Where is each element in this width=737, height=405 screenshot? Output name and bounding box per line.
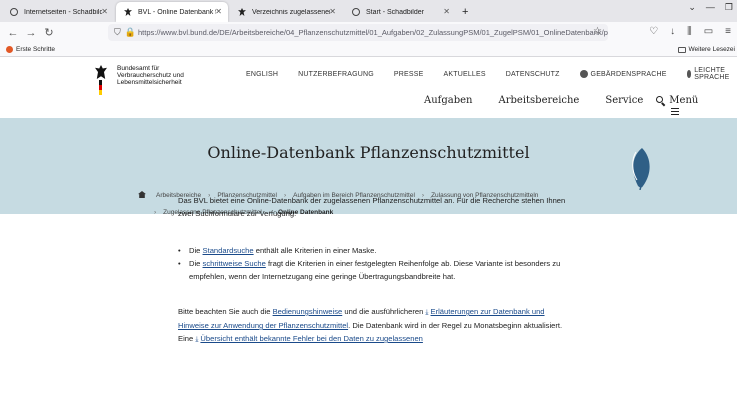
service-nav-press[interactable]: PRESSE [394, 67, 424, 81]
web-page: Bundesamt für Verbraucherschutz und Lebe… [0, 57, 737, 405]
url-bar[interactable]: ⛉🔒 https://www.bvl.bund.de/DE/Arbeitsber… [108, 24, 608, 41]
chevron-right-icon: › [154, 209, 157, 216]
tabbar-controls: ⌄ — ❐ [688, 2, 733, 13]
download-icon: ⤓ [195, 336, 199, 343]
known-errors-link[interactable]: Übersicht enthält bekannte Fehler bei de… [200, 334, 422, 343]
restore-icon[interactable]: ❐ [725, 2, 733, 13]
bookmark-more[interactable]: Weitere Lesezei [677, 46, 735, 53]
service-nav-english[interactable]: ENGLISH [246, 67, 278, 81]
browser-tab[interactable]: Internetseiten - Schadbilder ✕ [2, 2, 114, 22]
bookmark-first-steps[interactable]: Erste Schritte [6, 46, 55, 53]
service-nav-survey[interactable]: NUTZERBEFRAGUNG [298, 67, 374, 81]
intro-paragraph: Das BVL bietet eine Online-Datenbank der… [178, 196, 566, 218]
main-nav-menu[interactable]: Menü [669, 95, 711, 117]
flag-icon [99, 80, 102, 95]
globe-icon [10, 8, 18, 16]
shield-icon[interactable]: ⛉🔒 [114, 27, 140, 38]
pocket-icon[interactable]: ♡ [649, 26, 658, 37]
globe-icon [352, 8, 360, 16]
eagle-icon [124, 8, 132, 16]
search-icon[interactable] [656, 96, 666, 107]
browser-nav-bar: ← → ↻ ⛉🔒 https://www.bvl.bund.de/DE/Arbe… [0, 22, 737, 43]
stepwise-search-link[interactable]: schrittweise Suche [203, 259, 266, 268]
browser-tab[interactable]: Start - Schadbilder ✕ [344, 2, 456, 22]
library-icon[interactable]: ⫼ [687, 26, 692, 37]
hamburger-icon [671, 108, 680, 115]
service-nav-news[interactable]: AKTUELLES [443, 67, 485, 81]
bookmark-star-icon[interactable]: ☆ [593, 26, 602, 37]
standard-search-link[interactable]: Standardsuche [203, 246, 254, 255]
main-nav-work-areas[interactable]: Arbeitsbereiche [499, 95, 580, 117]
logo-text: Bundesamt für Verbraucherschutz und Lebe… [117, 65, 184, 86]
service-nav: ENGLISH NUTZERBEFRAGUNG PRESSE AKTUELLES… [246, 67, 737, 81]
browser-tab-bar: Internetseiten - Schadbilder ✕ BVL - Onl… [0, 0, 737, 22]
browser-tab-active[interactable]: BVL - Online Datenbank für pun ✕ [116, 2, 228, 22]
back-icon[interactable]: ← [4, 27, 22, 39]
minimize-icon[interactable]: — [706, 2, 715, 13]
sidebar-icon[interactable]: ▭ [704, 26, 713, 37]
main-content: Das BVL bietet eine Online-Datenbank der… [178, 194, 568, 370]
list-item: Die Standardsuche enthält alle Kriterien… [178, 244, 568, 257]
service-nav-privacy[interactable]: DATENSCHUTZ [506, 67, 560, 81]
close-icon[interactable]: ✕ [443, 7, 450, 16]
sign-language-icon [579, 70, 588, 78]
main-nav-service[interactable]: Service [605, 95, 643, 117]
bvl-logo[interactable]: Bundesamt für Verbraucherschutz und Lebe… [95, 65, 205, 97]
close-icon[interactable]: ✕ [329, 7, 336, 16]
url-text: https://www.bvl.bund.de/DE/Arbeitsbereic… [138, 28, 608, 37]
page-title: Online-Datenbank Pflanzenschutzmittel [207, 143, 530, 162]
close-icon[interactable]: ✕ [101, 7, 108, 16]
service-nav-easy-language[interactable]: LEICHTE SPRACHE [686, 67, 733, 81]
operating-instructions-link[interactable]: Bedienungshinweise [273, 307, 343, 316]
service-nav-sign-language[interactable]: GEBÄRDENSPRACHE [579, 67, 667, 81]
forward-icon[interactable]: → [22, 27, 40, 39]
eagle-icon [238, 8, 246, 16]
notes-paragraph: Bitte beachten Sie auch die Bedienungshi… [178, 307, 563, 343]
home-icon[interactable] [138, 191, 146, 198]
menu-icon[interactable]: ≡ [725, 26, 731, 37]
toolbar-icons: ♡ ↓ ⫼ ▭ ≡ [649, 26, 731, 37]
easy-language-icon [686, 70, 692, 78]
main-nav-tasks[interactable]: Aufgaben [424, 95, 473, 117]
firefox-icon [6, 46, 13, 53]
bookmarks-bar: Erste Schritte Weitere Lesezei [0, 43, 737, 57]
download-icon[interactable]: ↓ [670, 26, 675, 37]
list-item: Die schrittweise Suche fragt die Kriteri… [178, 257, 568, 283]
folder-icon [677, 46, 686, 53]
main-nav: Aufgaben Arbeitsbereiche Service Menü [424, 95, 737, 117]
eagle-icon [95, 65, 107, 79]
search-options-list: Die Standardsuche enthält alle Kriterien… [178, 244, 568, 283]
reload-icon[interactable]: ↻ [40, 26, 58, 39]
new-tab-button[interactable]: + [458, 2, 474, 22]
leaf-icon [632, 148, 650, 190]
browser-tab[interactable]: Verzeichnis zugelassener Pflanz ✕ [230, 2, 342, 22]
close-icon[interactable]: ✕ [215, 7, 222, 16]
download-icon: ⤓ [425, 309, 429, 316]
chevron-down-icon[interactable]: ⌄ [688, 2, 696, 13]
